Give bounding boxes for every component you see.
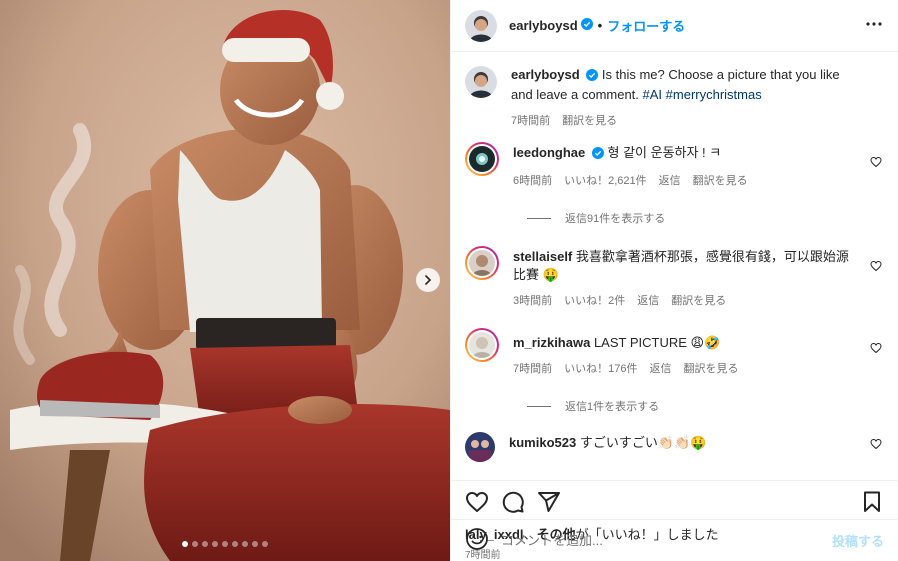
caption-translate-link[interactable]: 翻訳を見る <box>562 112 617 128</box>
comment-like-button[interactable] <box>870 342 882 357</box>
comment-item: kumiko523 すごいすごい👏🏻👏🏻🤑 <box>465 432 884 462</box>
view-replies-label: 返信91件を表示する <box>565 213 666 225</box>
caption-time[interactable]: 7時間前 <box>511 112 550 128</box>
carousel-dot[interactable] <box>232 541 238 547</box>
add-comment-input[interactable] <box>501 533 832 548</box>
heart-icon <box>870 438 882 450</box>
comment-likes-count[interactable]: いいね！176件 <box>564 360 637 376</box>
comment-username[interactable]: leedonghae <box>513 145 585 160</box>
commenter-avatar[interactable] <box>465 432 495 462</box>
comments-list[interactable]: earlyboysd Is this me? Choose a picture … <box>451 52 898 480</box>
comment-translate-link[interactable]: 翻訳を見る <box>693 172 748 188</box>
carousel-dot[interactable] <box>182 541 188 547</box>
carousel-dot[interactable] <box>202 541 208 547</box>
comment-time[interactable]: 6時間前 <box>513 172 552 188</box>
heart-icon <box>870 342 882 354</box>
comment-button[interactable] <box>501 490 525 517</box>
comment-reply-button[interactable]: 返信 <box>659 172 681 188</box>
carousel-dots <box>0 541 450 547</box>
comment-likes-count[interactable]: いいね！2件 <box>564 292 625 308</box>
verified-badge-icon <box>586 68 599 86</box>
comment-icon <box>502 491 524 513</box>
post-photo <box>0 0 450 561</box>
replies-divider <box>527 405 551 407</box>
verified-badge-icon <box>591 146 604 164</box>
commenter-avatar[interactable] <box>465 328 499 362</box>
save-button[interactable] <box>860 490 884 517</box>
comment-username[interactable]: m_rizkihawa <box>513 335 590 350</box>
carousel-dot[interactable] <box>212 541 218 547</box>
commenter-avatar[interactable] <box>465 142 499 176</box>
caption-avatar[interactable] <box>465 66 497 98</box>
bookmark-icon <box>864 491 880 512</box>
view-replies-label: 返信1件を表示する <box>565 401 660 413</box>
comment-text: LAST PICTURE 😩🤣 <box>593 335 721 350</box>
comment-reply-button[interactable]: 返信 <box>649 360 671 376</box>
header-separator: • <box>597 18 603 33</box>
paper-plane-icon <box>538 492 560 512</box>
comment-username[interactable]: stellaiself <box>513 249 572 264</box>
post-media[interactable] <box>0 0 450 561</box>
comment-reply-button[interactable]: 返信 <box>637 292 659 308</box>
view-replies-button[interactable]: 返信91件を表示する <box>527 210 884 226</box>
comment-item: leedonghae 형 같이 운동하자 ! ㅋ 6時間前 いいね！2,621件… <box>465 142 884 188</box>
comment-like-button[interactable] <box>870 438 882 453</box>
more-horizontal-icon <box>866 22 882 26</box>
comment-translate-link[interactable]: 翻訳を見る <box>671 292 726 308</box>
comment-translate-link[interactable]: 翻訳を見る <box>683 360 738 376</box>
chevron-right-icon <box>425 275 432 285</box>
carousel-dot[interactable] <box>262 541 268 547</box>
comment-text: 형 같이 운동하자 ! ㅋ <box>607 145 722 160</box>
comment-like-button[interactable] <box>870 260 882 275</box>
more-options-button[interactable] <box>864 14 884 37</box>
comment-time[interactable]: 7時間前 <box>513 360 552 376</box>
post-caption: earlyboysd Is this me? Choose a picture … <box>465 66 884 128</box>
heart-icon <box>870 260 882 272</box>
carousel-dot[interactable] <box>222 541 228 547</box>
post-comment-button[interactable]: 投稿する <box>832 531 884 550</box>
heart-icon <box>870 156 882 168</box>
post-side-panel: earlyboysd • フォローする earlyboysd Is this m… <box>450 0 898 561</box>
carousel-dot[interactable] <box>242 541 248 547</box>
author-avatar[interactable] <box>465 9 497 42</box>
emoji-button[interactable] <box>465 527 489 554</box>
replies-divider <box>527 217 551 219</box>
commenter-avatar[interactable] <box>465 246 499 280</box>
carousel-next-button[interactable] <box>416 268 440 292</box>
carousel-dot[interactable] <box>252 541 258 547</box>
view-replies-button[interactable]: 返信1件を表示する <box>527 398 884 414</box>
like-button[interactable] <box>465 490 489 517</box>
author-username[interactable]: earlyboysd <box>509 18 578 33</box>
add-comment-bar: 投稿する <box>451 519 898 561</box>
carousel-dot[interactable] <box>192 541 198 547</box>
post-modal: earlyboysd • フォローする earlyboysd Is this m… <box>0 0 898 561</box>
comment-likes-count[interactable]: いいね！2,621件 <box>564 172 647 188</box>
comment-username[interactable]: kumiko523 <box>509 435 576 450</box>
caption-hashtags[interactable]: #AI #merrychristmas <box>643 87 762 102</box>
heart-icon <box>466 492 488 512</box>
smiley-icon <box>466 528 488 550</box>
comment-like-button[interactable] <box>870 156 882 171</box>
comment-item: stellaiself 我喜歡拿著酒杯那張，感覺很有錢，可以跟始源比賽 🤑 3時… <box>465 246 884 308</box>
caption-username[interactable]: earlyboysd <box>511 67 580 82</box>
follow-button[interactable]: フォローする <box>607 16 685 35</box>
comment-text: すごいすごい👏🏻👏🏻🤑 <box>579 435 707 450</box>
comment-time[interactable]: 3時間前 <box>513 292 552 308</box>
comment-item: m_rizkihawa LAST PICTURE 😩🤣 7時間前 いいね！176… <box>465 328 884 376</box>
post-header: earlyboysd • フォローする <box>451 0 898 52</box>
share-button[interactable] <box>537 490 561 517</box>
verified-badge-icon <box>580 18 593 33</box>
